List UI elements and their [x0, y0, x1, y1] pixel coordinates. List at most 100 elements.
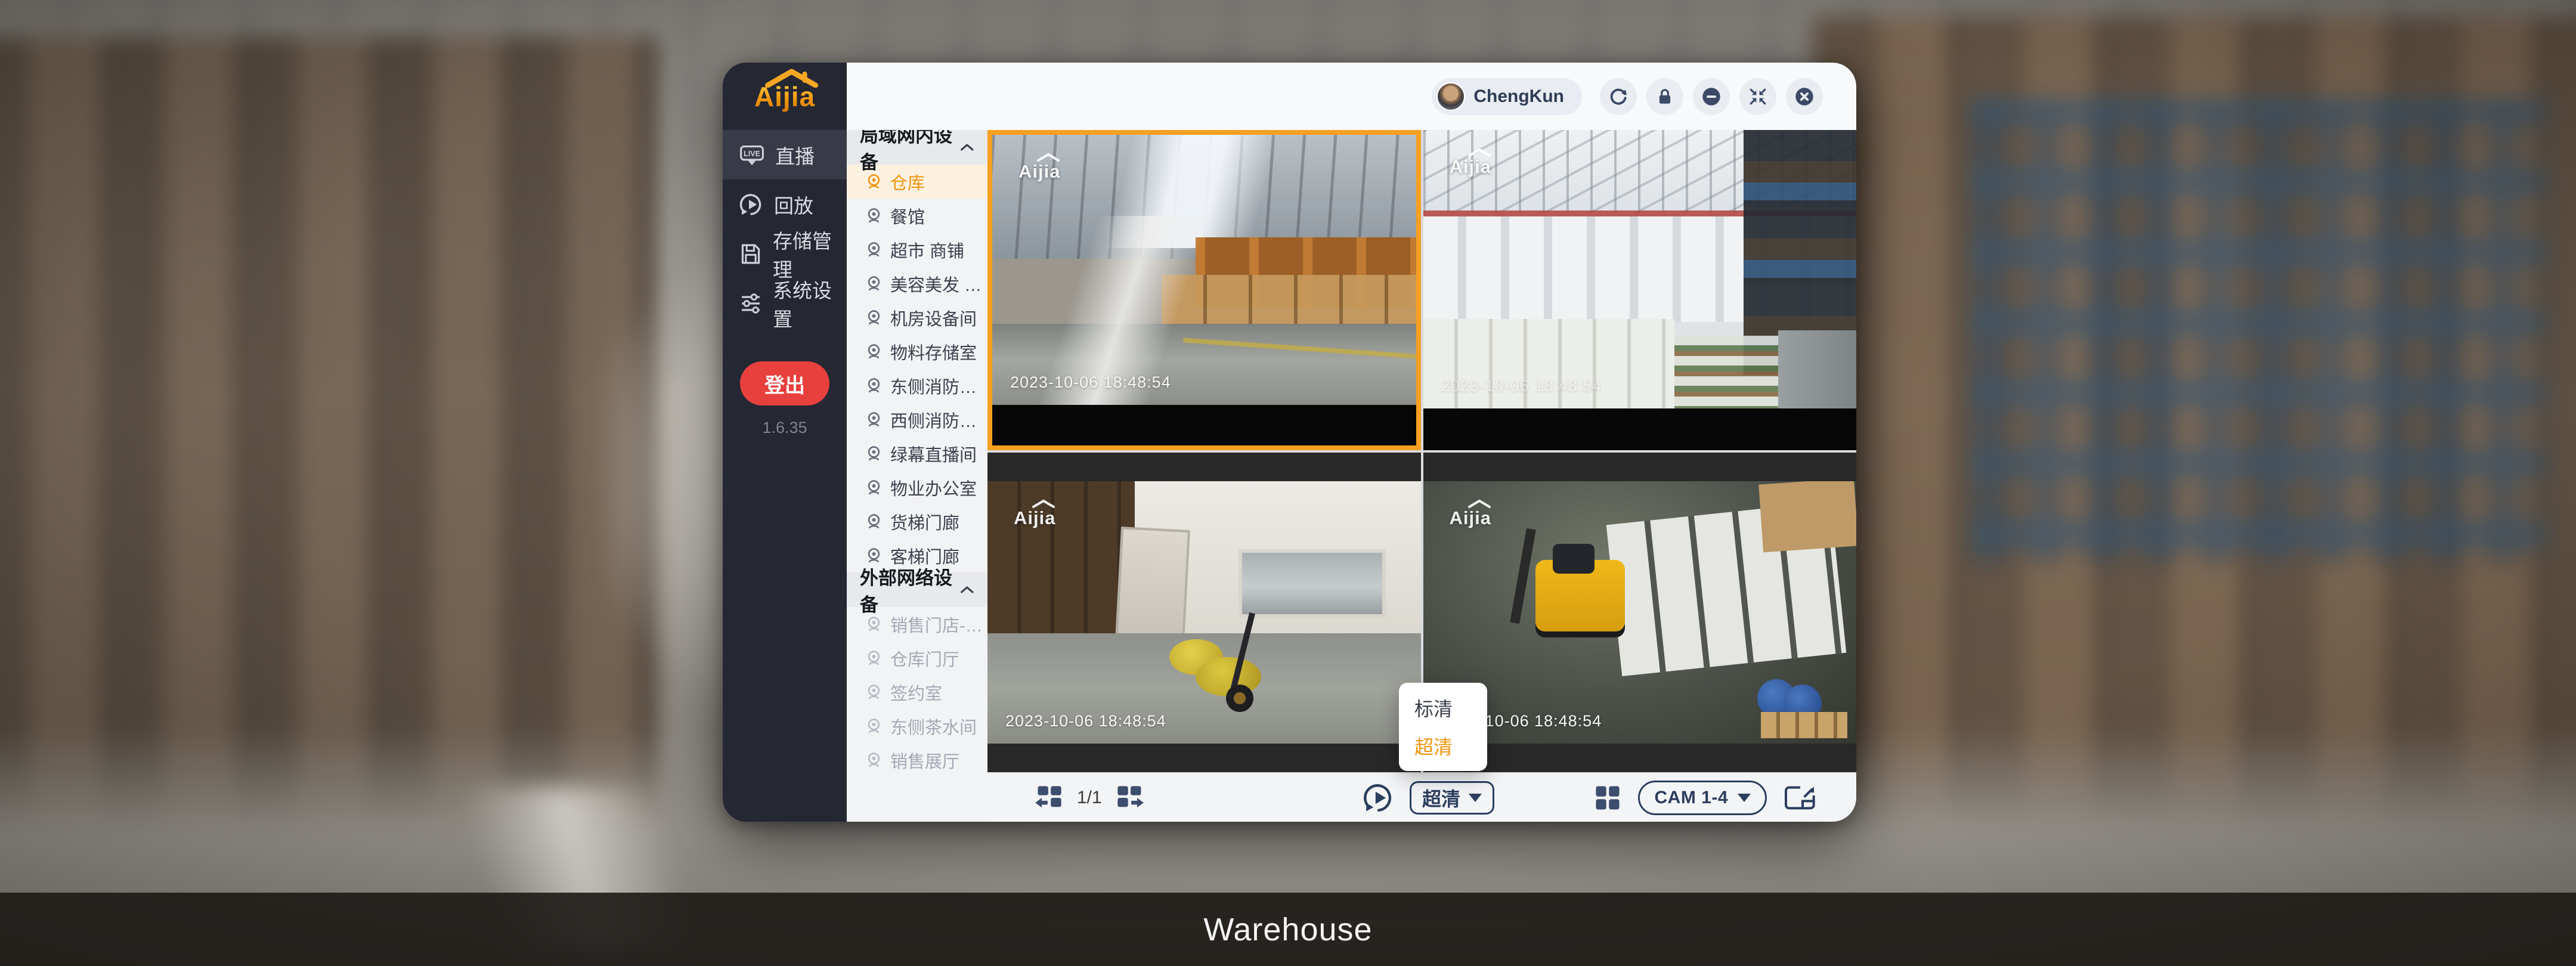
- device-item[interactable]: 签约室: [847, 675, 987, 709]
- camera-cell-2[interactable]: Aijia 2023-10-06 18:48:54: [1423, 130, 1857, 450]
- camera-cell-1[interactable]: Aijia 2023-10-06 18:48:54: [987, 130, 1421, 450]
- quality-option-uhd[interactable]: 超清: [1399, 727, 1487, 765]
- close-button[interactable]: [1786, 78, 1823, 115]
- chevron-up-icon: [960, 143, 974, 152]
- fullscreen-icon: [1784, 785, 1817, 811]
- camera-video-4: Aijia 2023-10-06 18:48:54: [1423, 481, 1857, 744]
- collapse-icon: [1748, 87, 1767, 106]
- device-item[interactable]: 东侧消防通道: [847, 369, 987, 402]
- watermark: Aijia: [1018, 161, 1060, 182]
- device-item[interactable]: 超市 商铺: [847, 233, 987, 267]
- device-item[interactable]: 西侧消防通道: [847, 402, 987, 436]
- sidebar-item-label: 存储管理: [773, 225, 847, 283]
- watermark-roof-icon: [1032, 499, 1055, 509]
- refresh-button[interactable]: [1600, 78, 1637, 115]
- sidebar-item-settings[interactable]: 系统设置: [723, 278, 847, 328]
- camera-icon: [865, 512, 883, 531]
- caret-down-icon: [1738, 794, 1751, 802]
- caret-down-icon: [1469, 794, 1482, 802]
- camera-icon: [865, 172, 883, 191]
- fullscreen-button[interactable]: [1784, 785, 1817, 811]
- camera-icon: [865, 376, 883, 395]
- device-item[interactable]: 仓库门厅: [847, 641, 987, 675]
- window-topbar: ChengKun: [847, 63, 1856, 130]
- app-logo: Aijia: [723, 63, 847, 130]
- camera-icon: [865, 444, 883, 463]
- camera-icon: [865, 206, 883, 225]
- quality-dropdown[interactable]: 超清: [1410, 781, 1494, 815]
- watermark: Aijia: [1014, 507, 1055, 529]
- caption-band: Warehouse: [0, 893, 2576, 966]
- sidebar-nav: LIVE 直播 回放 存储管理: [723, 130, 847, 328]
- camera-icon: [865, 717, 883, 735]
- watermark-roof-icon: [1036, 153, 1060, 162]
- device-item[interactable]: 销售展厅: [847, 743, 987, 777]
- device-item[interactable]: 美容美发 健身房: [847, 267, 987, 301]
- close-icon: [1794, 86, 1815, 107]
- device-item[interactable]: 餐馆: [847, 199, 987, 233]
- user-name: ChengKun: [1473, 86, 1564, 107]
- grid-prev-icon: [1034, 785, 1064, 811]
- device-item[interactable]: 东侧茶水间: [847, 709, 987, 743]
- settings-icon: [739, 292, 762, 315]
- device-panel: 局域网内设备 仓库 餐馆 超市 商铺: [847, 130, 987, 822]
- sidebar-item-label: 回放: [774, 190, 813, 219]
- camera-icon: [865, 478, 883, 497]
- watermark-roof-icon: [1467, 499, 1491, 509]
- sidebar: Aijia LIVE 直播 回放: [723, 63, 847, 822]
- camera-select-dropdown[interactable]: CAM 1-4: [1638, 781, 1767, 815]
- caption-text: Warehouse: [1203, 911, 1372, 948]
- sidebar-item-live[interactable]: LIVE 直播: [723, 130, 847, 179]
- camera-grid: Aijia 2023-10-06 18:48:54 Aijia: [987, 130, 1856, 772]
- collapse-button[interactable]: [1739, 78, 1776, 115]
- device-item[interactable]: 物料存储室: [847, 335, 987, 369]
- lock-button[interactable]: [1646, 78, 1683, 115]
- timestamp: 2023-10-06 18:48:54: [1441, 377, 1602, 395]
- timestamp: 2023-10-06 18:48:54: [1005, 712, 1166, 730]
- camera-icon: [865, 410, 883, 429]
- camera-icon: [865, 751, 883, 769]
- replay-icon: [1363, 782, 1394, 813]
- timestamp: 2023-10-06 18:48:54: [1010, 373, 1171, 392]
- version-label: 1.6.35: [762, 419, 807, 437]
- camera-cell-4[interactable]: Aijia 2023-10-06 18:48:54: [1423, 453, 1857, 773]
- camera-icon: [865, 274, 883, 293]
- sidebar-item-playback[interactable]: 回放: [723, 179, 847, 229]
- player-toolbar: 1/1: [987, 772, 1856, 822]
- minimize-button[interactable]: [1693, 78, 1730, 115]
- minimize-icon: [1701, 86, 1722, 107]
- camera-icon: [865, 308, 883, 327]
- watermark-roof-icon: [1467, 148, 1491, 157]
- sidebar-item-storage[interactable]: 存储管理: [723, 229, 847, 278]
- camera-icon: [865, 240, 883, 259]
- camera-icon: [865, 546, 883, 565]
- prev-page-button[interactable]: [1034, 785, 1064, 811]
- page-indicator: 1/1: [1077, 788, 1102, 808]
- avatar: [1436, 82, 1465, 111]
- grid-layout-icon: [1594, 784, 1621, 812]
- camera-video-2: Aijia 2023-10-06 18:48:54: [1423, 130, 1857, 408]
- logout-button[interactable]: 登出: [740, 361, 829, 405]
- device-item[interactable]: 机房设备间: [847, 301, 987, 335]
- playback-icon: [739, 193, 763, 216]
- chevron-up-icon: [960, 585, 974, 595]
- camera-cell-3[interactable]: Aijia 2023-10-06 18:48:54: [987, 453, 1421, 773]
- device-group-lan-header[interactable]: 局域网内设备: [847, 130, 987, 165]
- user-account[interactable]: ChengKun: [1432, 78, 1582, 115]
- camera-video-1: Aijia 2023-10-06 18:48:54: [992, 135, 1416, 405]
- watermark: Aijia: [1450, 156, 1491, 178]
- replay-button[interactable]: [1363, 782, 1394, 813]
- device-group-external-header[interactable]: 外部网络设备: [847, 572, 987, 607]
- camera-icon: [865, 615, 883, 633]
- lock-icon: [1655, 87, 1674, 106]
- watermark: Aijia: [1450, 507, 1491, 529]
- grid-layout-button[interactable]: [1594, 784, 1621, 812]
- device-item[interactable]: 货梯门廊: [847, 504, 987, 538]
- device-item[interactable]: 物业办公室: [847, 470, 987, 504]
- live-icon: LIVE: [739, 144, 764, 166]
- main-area: Aijia 2023-10-06 18:48:54 Aijia: [987, 130, 1856, 822]
- storage-icon: [739, 243, 762, 265]
- quality-option-sd[interactable]: 标清: [1399, 689, 1487, 727]
- next-page-button[interactable]: [1115, 785, 1145, 811]
- device-item[interactable]: 绿幕直播间: [847, 436, 987, 470]
